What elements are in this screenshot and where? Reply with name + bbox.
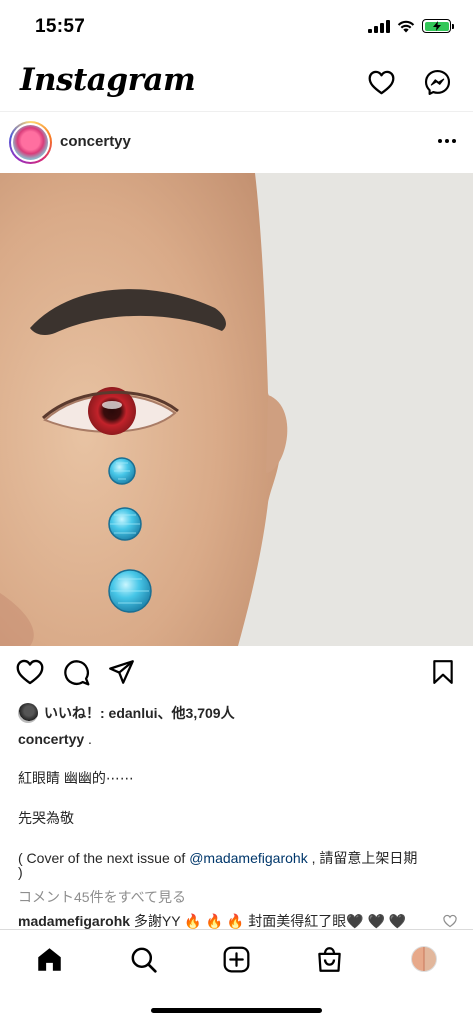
view-all-comments-link[interactable]: コメント45件をすべて見る xyxy=(18,887,186,907)
tab-home[interactable] xyxy=(34,944,64,974)
post-username[interactable]: concertyy xyxy=(60,133,131,150)
home-icon xyxy=(37,947,61,971)
search-icon xyxy=(131,947,157,973)
caption-line-2: 先哭為敬 xyxy=(18,810,74,826)
user-avatar xyxy=(13,125,48,160)
tab-new-post[interactable] xyxy=(221,944,251,974)
tab-search[interactable] xyxy=(128,944,158,974)
share-button[interactable] xyxy=(105,656,137,688)
caption-username[interactable]: concertyy xyxy=(18,731,84,747)
caption-line-4: ) xyxy=(18,864,23,880)
caption-line-1: 紅眼睛 幽幽的⋯⋯ xyxy=(18,770,134,786)
status-icons xyxy=(368,19,454,33)
new-post-icon xyxy=(223,946,249,972)
like-button[interactable] xyxy=(14,656,46,688)
home-indicator xyxy=(151,1008,322,1013)
story-ring[interactable] xyxy=(9,121,52,164)
profile-avatar xyxy=(411,946,437,972)
messenger-icon xyxy=(424,69,450,95)
heart-icon xyxy=(368,70,394,94)
instagram-logo[interactable]: Instagram xyxy=(20,62,196,98)
status-bar: 15:57 xyxy=(0,0,473,58)
tab-shop[interactable] xyxy=(314,944,344,974)
save-button[interactable] xyxy=(427,656,459,688)
caption-line-3-pre: ( Cover of the next issue of xyxy=(18,850,190,866)
save-icon xyxy=(433,660,453,684)
app-header: Instagram xyxy=(0,58,473,112)
share-icon xyxy=(108,660,134,684)
comment-like-icon[interactable] xyxy=(443,914,457,928)
caption-line-3: ( Cover of the next issue of @madamefiga… xyxy=(18,848,417,868)
caption-suffix: . xyxy=(84,731,92,747)
comment-username[interactable]: madamefigarohk xyxy=(18,913,130,929)
shop-icon xyxy=(317,946,341,972)
likes-row[interactable]: いいね！: edanlui、他3,709人 xyxy=(18,703,235,723)
caption-line-3-post: , 請留意上架日期 xyxy=(307,850,418,866)
like-icon xyxy=(16,659,44,685)
post-image[interactable] xyxy=(0,173,473,646)
comment-text: 多謝YY 🔥 🔥 🔥 封面美得紅了眼🖤 🖤 🖤 xyxy=(130,913,407,929)
comment-icon xyxy=(63,659,89,685)
cellular-signal-icon xyxy=(368,19,390,33)
post-photo xyxy=(0,173,473,646)
caption-header: concertyy . xyxy=(18,731,92,747)
likes-count[interactable]: いいね！: edanlui、他3,709人 xyxy=(44,703,235,723)
liker-avatar xyxy=(18,703,38,723)
post-options-button[interactable] xyxy=(436,130,458,152)
battery-icon xyxy=(422,19,454,33)
mention-link[interactable]: @madamefigarohk xyxy=(189,850,308,866)
comment-row: madamefigarohk 多謝YY 🔥 🔥 🔥 封面美得紅了眼🖤 🖤 🖤 xyxy=(18,911,438,931)
comment-button[interactable] xyxy=(60,656,92,688)
post-actions xyxy=(0,656,473,696)
tab-profile[interactable] xyxy=(409,944,439,974)
messenger-button[interactable] xyxy=(422,67,452,97)
post-header: concertyy xyxy=(0,112,473,173)
activity-button[interactable] xyxy=(366,67,396,97)
wifi-icon xyxy=(397,20,415,32)
status-time: 15:57 xyxy=(35,16,86,37)
more-horizontal-icon xyxy=(438,139,456,143)
